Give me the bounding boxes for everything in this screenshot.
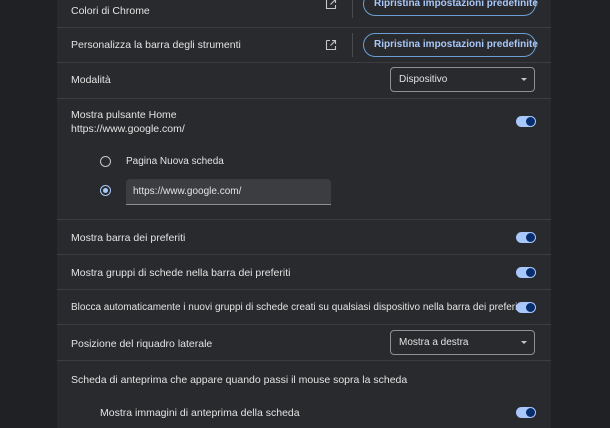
toggle-knob — [526, 408, 535, 417]
new-tab-page-label[interactable]: Pagina Nuova scheda — [126, 156, 224, 167]
custom-url-radio[interactable] — [100, 185, 111, 196]
hover-images-row[interactable]: Mostra immagini di anteprima della sched… — [57, 394, 551, 428]
side-panel-select-value: Mostra a destra — [399, 337, 469, 348]
radio-dot — [102, 187, 108, 193]
side-panel-label: Posizione del riquadro laterale — [71, 338, 213, 350]
chrome-colors-row[interactable]: Colori di Chrome Ripristina impostazioni… — [57, 0, 551, 27]
mode-label: Modalità — [71, 74, 111, 86]
appearance-settings-card: Colori di Chrome Ripristina impostazioni… — [57, 0, 551, 428]
reset-toolbar-button[interactable]: Ripristina impostazioni predefinite — [363, 33, 538, 57]
mode-select[interactable]: Dispositivo — [390, 67, 535, 92]
hover-images-label: Mostra immagini di anteprima della sched… — [100, 407, 300, 419]
home-button-toggle[interactable] — [516, 116, 536, 127]
chrome-colors-label: Colori di Chrome — [71, 5, 150, 17]
auto-pin-groups-label: Blocca automaticamente i nuovi gruppi di… — [71, 302, 523, 313]
toggle-knob — [526, 233, 535, 242]
hover-card-label: Scheda di anteprima che appare quando pa… — [71, 374, 408, 386]
bookmarks-bar-row[interactable]: Mostra barra dei preferiti — [57, 219, 551, 254]
hover-card-row: Scheda di anteprima che appare quando pa… — [57, 360, 551, 394]
new-tab-page-radio[interactable] — [100, 156, 111, 167]
reset-chrome-colors-button[interactable]: Ripristina impostazioni predefinite — [363, 0, 538, 16]
bookmarks-bar-toggle[interactable] — [516, 232, 536, 243]
arrow-drop-down-icon — [521, 78, 527, 81]
side-panel-select[interactable]: Mostra a destra — [390, 330, 535, 355]
toggle-knob — [526, 117, 535, 126]
customize-toolbar-label: Personalizza la barra degli strumenti — [71, 39, 241, 51]
mode-row: Modalità Dispositivo — [57, 62, 551, 98]
auto-pin-groups-row[interactable]: Blocca automaticamente i nuovi gruppi di… — [57, 289, 551, 324]
toggle-knob — [526, 303, 535, 312]
tab-groups-bookmarks-label: Mostra gruppi di schede nella barra dei … — [71, 267, 291, 279]
home-url-input[interactable] — [126, 179, 331, 204]
toggle-knob — [526, 268, 535, 277]
divider — [352, 33, 353, 57]
mode-select-value: Dispositivo — [399, 74, 448, 85]
home-url-field[interactable] — [126, 179, 331, 205]
tab-groups-bookmarks-row[interactable]: Mostra gruppi di schede nella barra dei … — [57, 254, 551, 289]
home-button-label: Mostra pulsante Home — [71, 109, 177, 121]
home-button-row[interactable]: Mostra pulsante Home https://www.google.… — [57, 98, 551, 219]
settings-page: Colori di Chrome Ripristina impostazioni… — [0, 0, 610, 428]
side-panel-row: Posizione del riquadro laterale Mostra a… — [57, 324, 551, 360]
home-button-url: https://www.google.com/ — [71, 123, 185, 135]
tab-groups-bookmarks-toggle[interactable] — [516, 267, 536, 278]
open-in-new-icon[interactable] — [325, 0, 337, 10]
auto-pin-groups-toggle[interactable] — [516, 302, 536, 313]
divider — [352, 0, 353, 18]
customize-toolbar-row[interactable]: Personalizza la barra degli strumenti Ri… — [57, 27, 551, 62]
open-in-new-icon[interactable] — [325, 39, 337, 51]
bookmarks-bar-label: Mostra barra dei preferiti — [71, 232, 186, 244]
arrow-drop-down-icon — [521, 341, 527, 344]
hover-images-toggle[interactable] — [516, 407, 536, 418]
